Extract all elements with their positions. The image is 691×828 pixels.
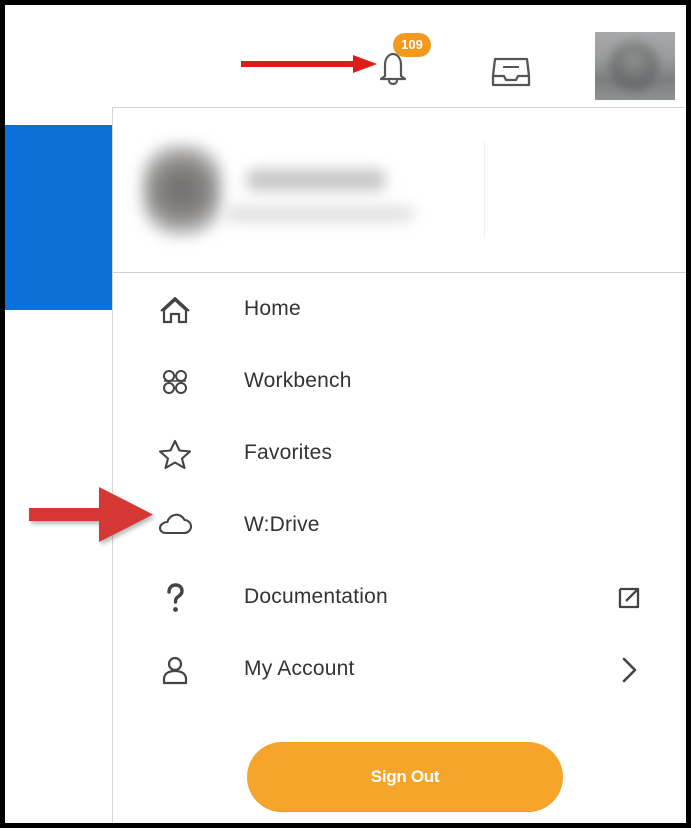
sign-out-button[interactable]: Sign Out [247, 742, 563, 812]
screen: 109 Home Workbench Favorites W:Drive Doc… [5, 5, 686, 823]
profile-avatar-button[interactable] [595, 32, 675, 100]
profile-subtitle-blurred [224, 206, 414, 222]
menu-item-favorites[interactable]: Favorites [113, 417, 686, 489]
menu-item-label: Documentation [244, 585, 388, 608]
star-icon [156, 437, 194, 471]
menu-item-workbench[interactable]: Workbench [113, 345, 686, 417]
workbench-icon [156, 365, 194, 399]
inbox-button[interactable] [490, 55, 532, 89]
profile-name-blurred [246, 169, 386, 191]
red-annotation-arrow-icon [29, 487, 153, 542]
inbox-icon [491, 57, 531, 87]
profile-divider [484, 142, 485, 238]
question-icon [156, 581, 194, 615]
chevron-right-icon [615, 656, 643, 684]
account-menu: Home Workbench Favorites W:Drive Documen… [112, 107, 686, 823]
profile-summary [132, 128, 485, 240]
blue-accent-panel [5, 125, 112, 310]
red-annotation-arrow-icon [241, 55, 377, 73]
user-icon [156, 653, 194, 687]
menu-item-label: Home [244, 297, 301, 320]
menu-item-my-account[interactable]: My Account [113, 633, 686, 705]
home-icon [156, 293, 194, 327]
menu-item-label: My Account [244, 657, 355, 680]
notification-badge: 109 [393, 33, 431, 57]
menu-item-home[interactable]: Home [113, 273, 686, 345]
profile-avatar [142, 144, 222, 236]
menu-item-label: Favorites [244, 441, 333, 464]
menu-item-wdrive[interactable]: W:Drive [113, 489, 686, 561]
cloud-icon [156, 509, 194, 543]
menu-item-documentation[interactable]: Documentation [113, 561, 686, 633]
menu-item-label: W:Drive [244, 513, 320, 536]
menu-item-label: Workbench [244, 369, 352, 392]
external-link-icon [615, 584, 643, 612]
